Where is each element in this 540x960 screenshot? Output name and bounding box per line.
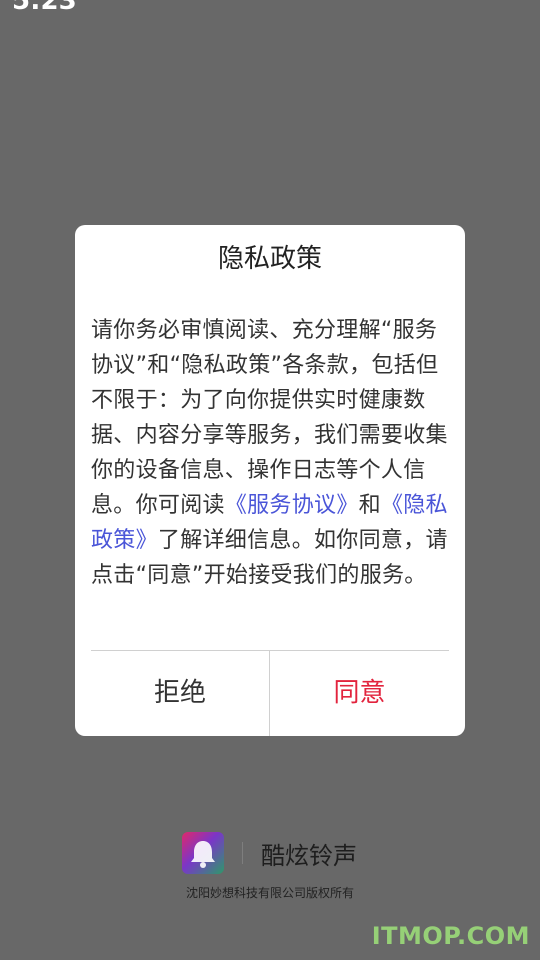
dialog-body: 请你务必审慎阅读、充分理解“服务协议”和“隐私政策”各条款，包括但不限于：为了向… [91, 313, 449, 593]
body-text-1: 请你务必审慎阅读、充分理解“服务协议”和“隐私政策”各条款，包括但不限于：为了向… [91, 318, 448, 518]
privacy-dialog: 隐私政策 请你务必审慎阅读、充分理解“服务协议”和“隐私政策”各条款，包括但不限… [75, 225, 465, 736]
copyright-text: 沈阳妙想科技有限公司版权所有 [185, 886, 354, 900]
service-agreement-link[interactable]: 《服务协议》 [225, 493, 359, 518]
reject-button[interactable]: 拒绝 [91, 651, 269, 736]
body-text-2: 和 [358, 493, 381, 518]
app-name: 酷炫铃声 [261, 841, 357, 870]
watermark: ITMOP.COM [371, 922, 530, 950]
brand-separator [242, 842, 243, 864]
agree-button[interactable]: 同意 [270, 651, 449, 736]
dialog-title: 隐私政策 [217, 244, 322, 274]
status-time: 5:23 [12, 0, 77, 16]
app-brand: 酷炫铃声 [182, 832, 357, 874]
bell-icon [182, 832, 224, 874]
